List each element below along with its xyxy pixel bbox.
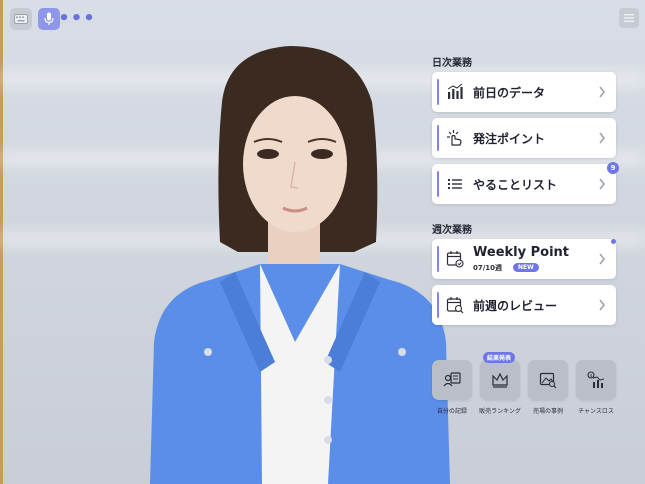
previous-day-data-card[interactable]: 前日のデータ [432, 72, 616, 112]
todo-count-badge: 9 [607, 162, 619, 174]
card-label: やることリスト [473, 178, 558, 192]
chevron-right-icon [599, 86, 605, 98]
microphone-icon [44, 12, 54, 25]
chance-loss-button[interactable]: $ [576, 360, 616, 400]
svg-text:$: $ [590, 373, 593, 379]
weekly-point-card[interactable]: Weekly Point 07/10週 NEW [432, 239, 616, 279]
results-tag: 結果発表 [483, 352, 516, 363]
hand-point-icon [447, 130, 462, 146]
menu-icon [624, 14, 634, 22]
card-label: 前日のデータ [473, 86, 546, 100]
week-label: 07/10週 [473, 264, 503, 272]
list-icon [448, 179, 462, 189]
chevron-right-icon [599, 253, 605, 265]
chevron-right-icon [599, 132, 605, 144]
chart-down-icon: $ [587, 371, 605, 388]
card-label: 発注ポイント [473, 132, 546, 146]
keyboard-button[interactable] [10, 8, 32, 30]
card-label: Weekly Point [473, 245, 569, 260]
store-examples-button[interactable] [528, 360, 568, 400]
more-options-button[interactable]: ••• [58, 8, 95, 30]
tile-label: チャンスロス [578, 408, 614, 415]
chevron-right-icon [599, 299, 605, 311]
daily-section-title: 日次業務 [432, 58, 472, 69]
weekly-section-title: 週次業務 [432, 225, 472, 236]
order-point-card[interactable]: 発注ポイント [432, 118, 616, 158]
notification-dot [611, 239, 616, 244]
chevron-right-icon [599, 178, 605, 190]
todo-list-card[interactable]: やることリスト [432, 164, 616, 204]
menu-button[interactable] [619, 8, 639, 28]
card-label: 前週のレビュー [473, 299, 558, 313]
sales-ranking-button[interactable] [480, 360, 520, 400]
avatar [150, 46, 450, 484]
profile-card-icon [443, 372, 461, 387]
bar-chart-icon [447, 83, 463, 99]
crown-icon [492, 372, 508, 388]
new-badge: NEW [513, 263, 539, 272]
last-week-review-card[interactable]: 前週のレビュー [432, 285, 616, 325]
keyboard-icon [14, 14, 28, 24]
calendar-search-icon [446, 297, 464, 314]
my-record-button[interactable] [432, 360, 472, 400]
image-search-icon [539, 372, 557, 389]
microphone-button[interactable] [38, 8, 60, 30]
calendar-check-icon [446, 251, 464, 268]
